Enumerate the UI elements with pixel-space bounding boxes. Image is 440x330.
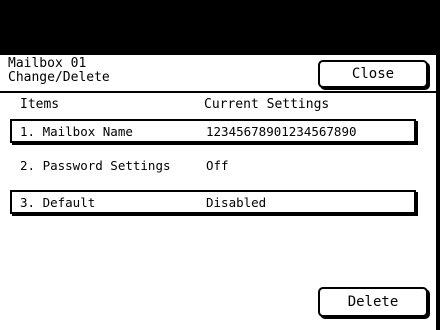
title-line-2: Change/Delete xyxy=(8,70,110,85)
top-black-bar xyxy=(0,0,440,55)
setting-current-value: 12345678901234567890 xyxy=(206,124,357,139)
page-title: Mailbox 01 Change/Delete xyxy=(8,57,110,85)
column-header-items: Items xyxy=(20,97,60,112)
mailbox-change-delete-screen: Mailbox 01 Change/Delete Close Items Cur… xyxy=(0,55,440,330)
setting-row-password-settings: 2. Password Settings Off xyxy=(10,155,416,179)
title-line-1: Mailbox 01 xyxy=(8,56,87,71)
setting-item-label: 3. Default xyxy=(20,195,96,210)
setting-current-value: Off xyxy=(206,158,229,173)
setting-current-value: Disabled xyxy=(206,195,267,210)
column-header-current-settings: Current Settings xyxy=(204,97,330,112)
setting-item-label: 2. Password Settings xyxy=(20,158,171,173)
close-button[interactable]: Close xyxy=(318,60,428,88)
setting-item-label: 1. Mailbox Name xyxy=(20,124,133,139)
setting-row-mailbox-name[interactable]: 1. Mailbox Name 12345678901234567890 xyxy=(10,119,416,143)
delete-button[interactable]: Delete xyxy=(318,287,428,317)
header-divider xyxy=(0,91,436,93)
setting-row-default[interactable]: 3. Default Disabled xyxy=(10,190,416,214)
